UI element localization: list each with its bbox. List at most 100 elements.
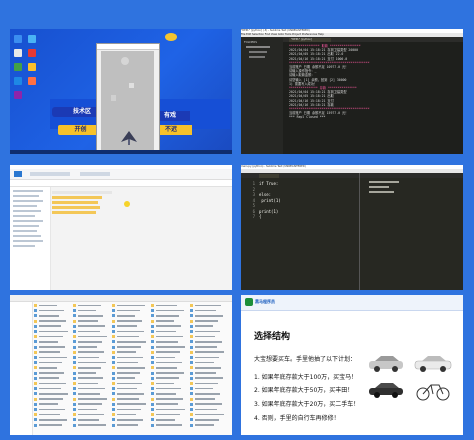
file-item[interactable]	[34, 335, 37, 339]
file-item[interactable]	[34, 397, 37, 401]
file-item[interactable]	[190, 350, 193, 354]
file-item[interactable]	[190, 330, 193, 333]
file-item[interactable]	[73, 345, 76, 349]
game-canvas[interactable]	[101, 51, 154, 153]
app-icon-blue[interactable]	[14, 77, 22, 85]
file-item[interactable]	[73, 371, 76, 375]
explorer-ribbon[interactable]	[10, 169, 232, 180]
app-icon-red[interactable]	[28, 49, 36, 57]
file-item[interactable]	[34, 413, 37, 417]
file-item[interactable]	[151, 324, 154, 328]
pane-divider[interactable]	[359, 173, 360, 290]
file-item[interactable]	[190, 382, 193, 385]
file-item[interactable]	[112, 309, 115, 313]
file-item[interactable]	[190, 387, 193, 391]
file-item[interactable]	[112, 387, 115, 391]
file-item[interactable]	[112, 418, 115, 422]
file-item[interactable]	[73, 324, 76, 328]
file-item[interactable]	[190, 392, 193, 396]
file-item[interactable]	[151, 418, 154, 422]
file-item[interactable]	[151, 330, 154, 333]
file-item[interactable]	[190, 340, 193, 344]
file-item[interactable]	[34, 418, 37, 422]
file-list[interactable]	[52, 191, 112, 219]
file-item[interactable]	[112, 413, 115, 417]
file-item[interactable]	[190, 304, 193, 307]
address-bar[interactable]	[10, 180, 232, 187]
file-item[interactable]	[34, 423, 37, 427]
file-item[interactable]	[151, 345, 154, 349]
recycle-bin-icon[interactable]	[14, 49, 22, 57]
file-item[interactable]	[112, 345, 115, 349]
app-icon-orange[interactable]	[28, 77, 36, 85]
file-item[interactable]	[112, 402, 115, 406]
file-item[interactable]	[112, 397, 115, 401]
file-item[interactable]	[73, 423, 76, 427]
file-item[interactable]	[112, 361, 115, 365]
file-item[interactable]	[73, 413, 76, 417]
file-item[interactable]	[34, 356, 37, 359]
file-item[interactable]	[73, 387, 76, 391]
file-item[interactable]	[151, 319, 154, 323]
file-item[interactable]	[151, 366, 154, 370]
file-item[interactable]	[73, 350, 76, 354]
file-item[interactable]	[112, 335, 115, 339]
file-item[interactable]	[190, 423, 193, 427]
file-item[interactable]	[151, 397, 154, 401]
file-item[interactable]	[190, 324, 193, 328]
file-item[interactable]	[190, 366, 193, 370]
file-item[interactable]	[112, 408, 115, 411]
file-item[interactable]	[34, 408, 37, 411]
app-icon-green[interactable]	[14, 63, 22, 71]
file-item[interactable]	[34, 366, 37, 370]
file-item[interactable]	[73, 340, 76, 344]
navigation-pane[interactable]	[10, 302, 33, 435]
qq-icon[interactable]	[28, 35, 36, 43]
file-item[interactable]	[112, 324, 115, 328]
file-item[interactable]	[151, 314, 154, 318]
file-item[interactable]	[73, 376, 76, 380]
file-item[interactable]	[112, 304, 115, 307]
file-item[interactable]	[151, 340, 154, 344]
file-item[interactable]	[73, 356, 76, 359]
file-item[interactable]	[34, 304, 37, 307]
file-item[interactable]	[34, 361, 37, 365]
file-item[interactable]	[190, 356, 193, 359]
file-item[interactable]	[151, 335, 154, 339]
game-window-titlebar[interactable]	[97, 44, 159, 50]
file-item[interactable]	[34, 314, 37, 318]
file-item[interactable]	[190, 413, 193, 417]
file-item[interactable]	[34, 350, 37, 354]
file-item[interactable]	[190, 402, 193, 406]
toolbar[interactable]	[10, 295, 232, 302]
file-item[interactable]	[34, 371, 37, 375]
file-item[interactable]	[112, 314, 115, 318]
file-item[interactable]	[190, 397, 193, 401]
file-item[interactable]	[112, 366, 115, 370]
file-item[interactable]	[151, 304, 154, 307]
file-item[interactable]	[34, 387, 37, 391]
file-item[interactable]	[151, 387, 154, 391]
file-item[interactable]	[151, 402, 154, 406]
file-item[interactable]	[34, 392, 37, 396]
file-item[interactable]	[151, 350, 154, 354]
code-area[interactable]: 1 if True: 2 3 else: 4 print(1) 5 6 print(1…	[249, 181, 281, 220]
file-item[interactable]	[190, 314, 193, 318]
file-item[interactable]	[34, 309, 37, 313]
file-item[interactable]	[151, 413, 154, 417]
file-item[interactable]	[73, 392, 76, 396]
app-icon-purple[interactable]	[14, 91, 22, 99]
file-item[interactable]	[73, 304, 76, 307]
file-item[interactable]	[73, 314, 76, 318]
tab-main[interactable]	[259, 174, 279, 178]
game-window[interactable]	[96, 43, 160, 154]
file-item[interactable]	[190, 361, 193, 365]
file-item[interactable]	[151, 371, 154, 375]
file-item[interactable]	[151, 423, 154, 427]
file-item[interactable]	[112, 319, 115, 323]
file-item[interactable]	[112, 392, 115, 396]
file-item[interactable]	[112, 371, 115, 375]
file-item[interactable]	[190, 345, 193, 349]
file-item[interactable]	[151, 309, 154, 313]
file-item[interactable]	[190, 376, 193, 380]
